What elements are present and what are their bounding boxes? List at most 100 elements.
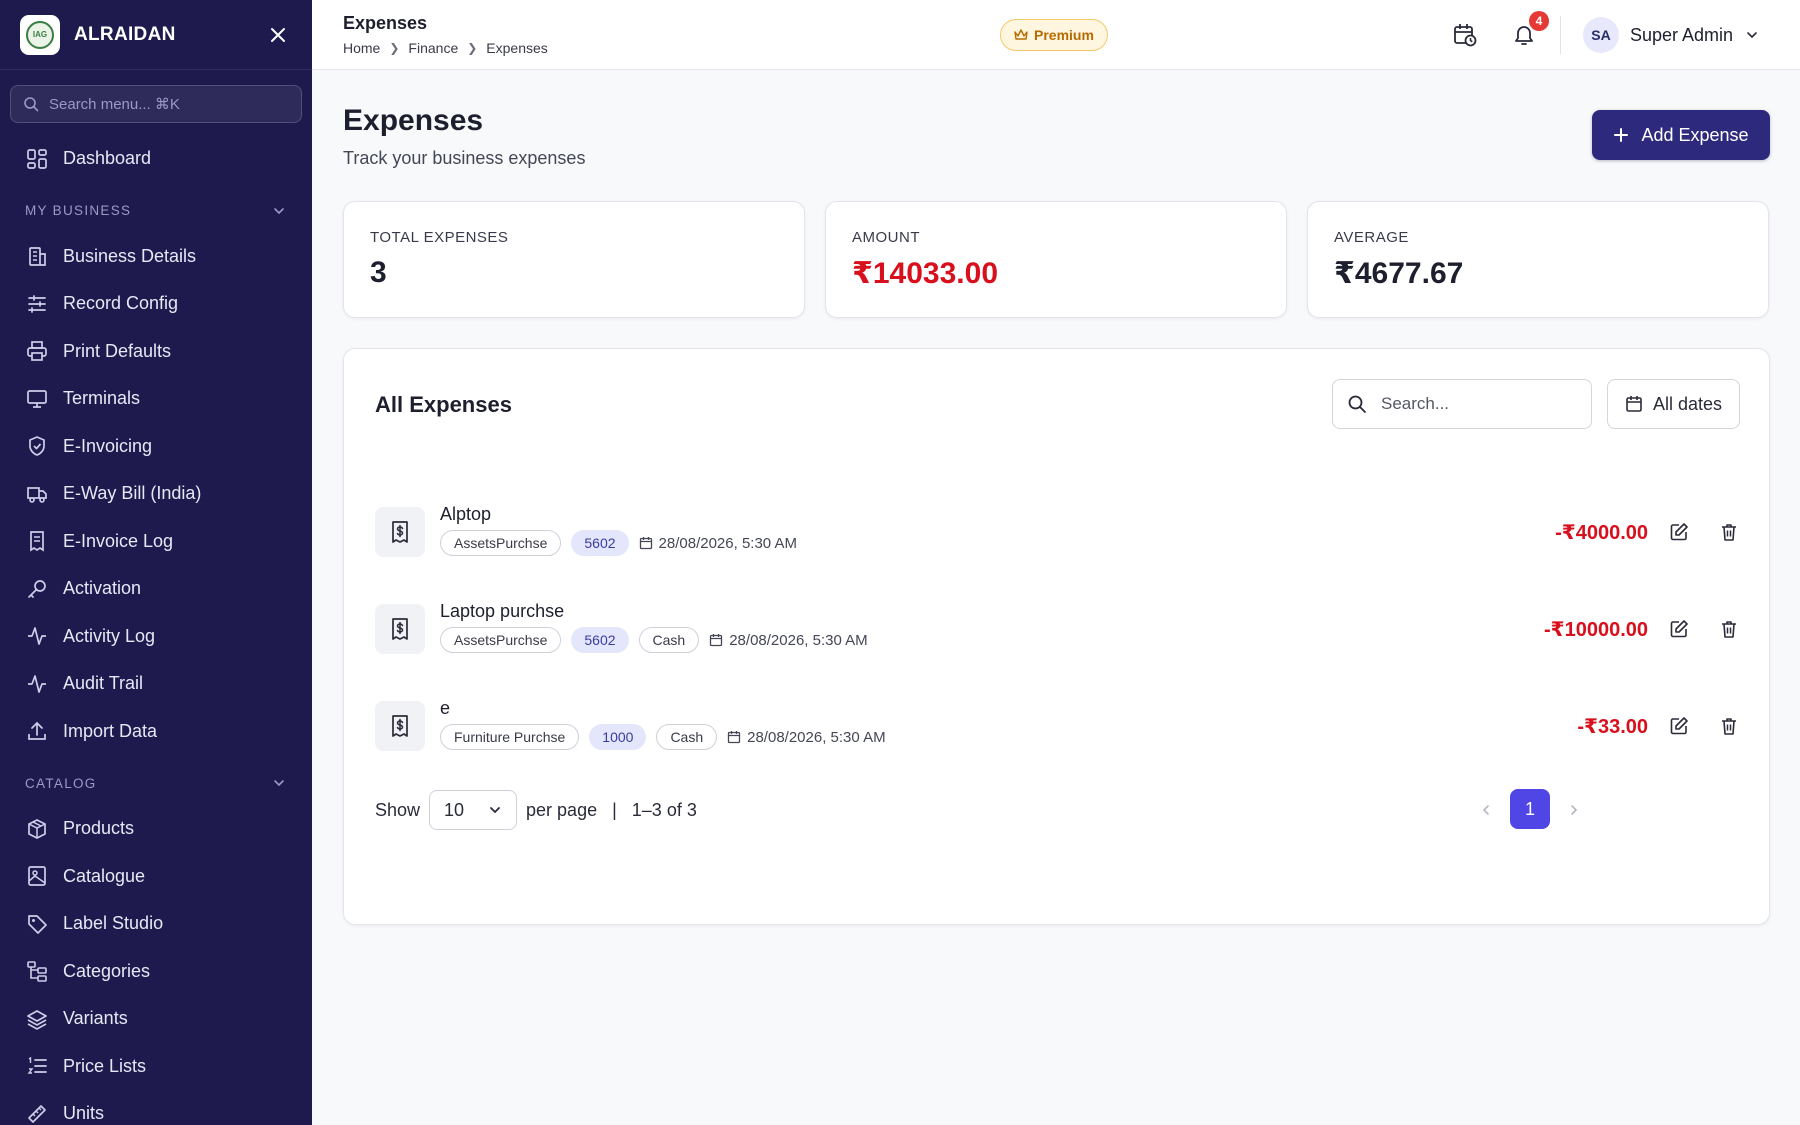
sidebar-item-e-invoicing[interactable]: E-Invoicing [0, 423, 312, 471]
expense-search-field[interactable] [1332, 379, 1592, 429]
pager-range: 1–3 of 3 [631, 799, 697, 820]
stat-card-average: AVERAGE ₹4677.67 [1307, 201, 1769, 318]
shield-check-icon [26, 435, 48, 457]
sidebar-item-catalogue[interactable]: Catalogue [0, 853, 312, 901]
expense-date-text: 28/08/2026, 5:30 AM [658, 534, 797, 552]
sidebar-item-label: Audit Trail [63, 673, 144, 694]
user-menu[interactable]: SA Super Admin [1583, 17, 1759, 53]
edit-icon [1670, 523, 1688, 541]
expense-meta: Furniture Purchse 1000 Cash 28/08/2026, … [440, 724, 886, 750]
receipt-icon [375, 701, 425, 751]
sidebar-item-categories[interactable]: Categories [0, 948, 312, 996]
expense-search-input[interactable] [1381, 394, 1571, 414]
sidebar: IAG ALRAIDAN Search menu... ⌘K Dashboard… [0, 0, 312, 1125]
expense-amount: -₹10000.00 [1544, 619, 1648, 641]
expense-name: e [440, 698, 451, 718]
close-sidebar-button[interactable] [264, 21, 292, 49]
breadcrumb-finance[interactable]: Finance [408, 40, 458, 56]
account-code-tag: 5602 [571, 627, 629, 653]
expense-row[interactable]: e Furniture Purchse 1000 Cash 28/08/2026… [375, 694, 1745, 754]
receipt-icon [375, 604, 425, 654]
edit-expense-button[interactable] [1666, 519, 1692, 545]
stat-label: AVERAGE [1334, 229, 1409, 246]
sidebar-item-label-studio[interactable]: Label Studio [0, 900, 312, 948]
calendar-icon [710, 634, 723, 647]
main-content: Expenses Track your business expenses Ad… [312, 70, 1800, 1125]
category-tag: Furniture Purchse [440, 724, 580, 750]
list-ordered-icon [26, 1055, 48, 1077]
sidebar-item-label: Activity Log [63, 625, 156, 646]
breadcrumb: Home ❯ Finance ❯ Expenses [343, 40, 548, 56]
sidebar-item-record-config[interactable]: Record Config [0, 280, 312, 328]
search-icon [1348, 395, 1366, 413]
sidebar-item-label: Terminals [63, 388, 141, 409]
delete-expense-button[interactable] [1716, 713, 1742, 739]
section-catalog[interactable]: CATALOG [0, 761, 312, 805]
sidebar-item-price-lists[interactable]: Price Lists [0, 1043, 312, 1091]
expense-row[interactable]: Laptop purchse AssetsPurchse 5602 Cash 2… [375, 597, 1745, 657]
sidebar-item-business-details[interactable]: Business Details [0, 233, 312, 281]
sidebar-item-label: Catalogue [63, 865, 146, 886]
sidebar-item-products[interactable]: Products [0, 805, 312, 853]
expense-row[interactable]: Alptop AssetsPurchse 5602 28/08/2026, 5:… [375, 500, 1745, 560]
calendar-icon [1626, 396, 1642, 412]
pagination-bar: Show 10 per page | 1–3 of 3 1 [375, 789, 1745, 831]
printer-icon [26, 340, 48, 362]
brand-header: IAG ALRAIDAN [0, 0, 312, 70]
breadcrumb-current: Expenses [486, 40, 548, 56]
breadcrumb-home[interactable]: Home [343, 40, 380, 56]
delete-expense-button[interactable] [1716, 519, 1742, 545]
edit-expense-button[interactable] [1666, 616, 1692, 642]
sidebar-item-terminals[interactable]: Terminals [0, 375, 312, 423]
sidebar-item-e-invoice-log[interactable]: E-Invoice Log [0, 518, 312, 566]
calendar-icon [727, 731, 741, 744]
stat-label: AMOUNT [852, 229, 920, 246]
previous-page-button[interactable] [1473, 797, 1499, 823]
sidebar-item-audit-trail[interactable]: Audit Trail [0, 660, 312, 708]
plus-icon [1614, 128, 1629, 142]
sidebar-item-label: Variants [63, 1008, 128, 1029]
ruler-icon [26, 1103, 48, 1125]
premium-badge[interactable]: Premium [1000, 19, 1108, 51]
sidebar-item-e-way-bill[interactable]: E-Way Bill (India) [0, 470, 312, 518]
expense-name: Alptop [440, 504, 492, 524]
sidebar-item-label: Label Studio [63, 913, 164, 934]
sidebar-item-import-data[interactable]: Import Data [0, 708, 312, 756]
delete-expense-button[interactable] [1716, 616, 1742, 642]
section-my-business[interactable]: MY BUSINESS [0, 189, 312, 233]
next-page-button[interactable] [1561, 797, 1587, 823]
topbar: Expenses Home ❯ Finance ❯ Expenses Premi… [312, 0, 1800, 70]
sidebar-search-placeholder: Search menu... ⌘K [49, 96, 180, 113]
sidebar-item-activation[interactable]: Activation [0, 565, 312, 613]
edit-icon [1670, 717, 1688, 735]
sidebar-item-label: Units [63, 1103, 105, 1124]
sidebar-item-activity-log[interactable]: Activity Log [0, 613, 312, 661]
sidebar-item-label: Record Config [63, 293, 179, 314]
sidebar-item-dashboard[interactable]: Dashboard [0, 135, 312, 183]
sidebar-item-label: Activation [63, 578, 142, 599]
upload-icon [26, 720, 48, 742]
sidebar-item-units[interactable]: Units [0, 1090, 312, 1125]
sidebar-item-print-defaults[interactable]: Print Defaults [0, 328, 312, 376]
page-button-current[interactable]: 1 [1510, 789, 1550, 829]
edit-expense-button[interactable] [1666, 713, 1692, 739]
receipt-icon [375, 507, 425, 557]
date-filter-label: All dates [1652, 393, 1723, 414]
chevron-left-icon [1482, 805, 1489, 815]
brand-name: ALRAIDAN [74, 23, 176, 45]
stat-label: TOTAL EXPENSES [370, 229, 509, 246]
per-page-select[interactable]: 10 [429, 790, 518, 830]
sidebar-item-variants[interactable]: Variants [0, 995, 312, 1043]
sidebar-item-label: Categories [63, 960, 151, 981]
tag-icon [26, 913, 48, 935]
stat-value: ₹4677.67 [1334, 257, 1464, 290]
chevron-down-icon [274, 207, 284, 214]
chevron-right-icon: ❯ [389, 41, 400, 55]
expense-name: Laptop purchse [440, 601, 565, 621]
sidebar-search-input[interactable]: Search menu... ⌘K [10, 85, 302, 123]
add-expense-button[interactable]: Add Expense [1592, 110, 1770, 160]
account-code-tag: 1000 [589, 724, 647, 750]
activity-icon [26, 673, 48, 695]
date-filter-button[interactable]: All dates [1607, 379, 1740, 429]
calendar-clock-button[interactable] [1450, 20, 1480, 50]
